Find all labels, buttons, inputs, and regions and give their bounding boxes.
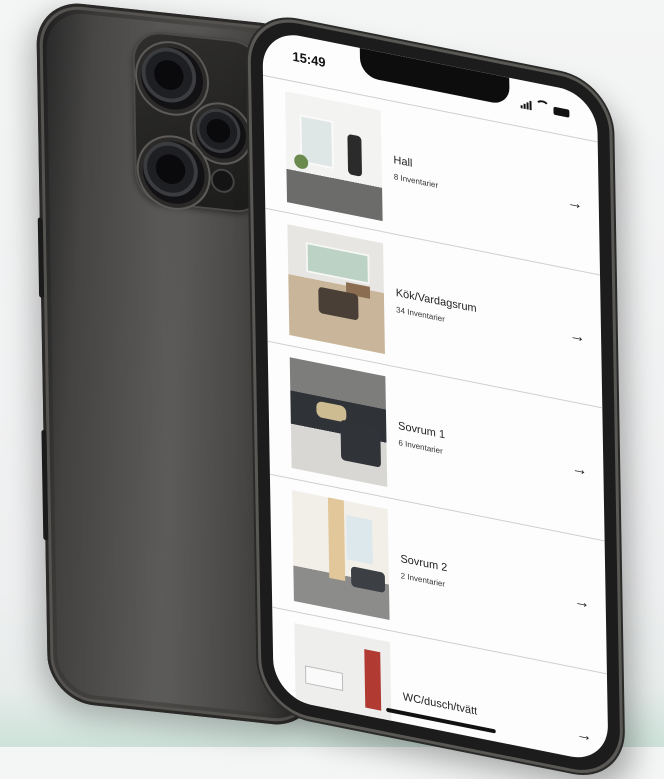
arrow-right-icon[interactable]: → [571, 459, 587, 480]
camera-lens-icon [142, 138, 206, 207]
signal-icon [520, 99, 532, 111]
camera-lens-icon [195, 105, 247, 162]
arrow-right-icon[interactable]: → [576, 725, 592, 746]
room-thumbnail [287, 223, 385, 354]
arrow-right-icon[interactable]: → [567, 193, 583, 214]
room-thumbnail [292, 489, 390, 620]
flash-icon [212, 169, 233, 192]
product-scene: 15:49 Hall 8 Inventarier → Kök/Vardagsru… [0, 0, 664, 779]
arrow-right-icon[interactable]: → [574, 592, 590, 613]
phone-front: 15:49 Hall 8 Inventarier → Kök/Vardagsru… [250, 14, 621, 779]
wifi-icon [535, 98, 550, 114]
status-icons [520, 96, 570, 118]
room-list: Hall 8 Inventarier → Kök/Vardagsrum 34 I… [262, 74, 609, 765]
camera-module [132, 29, 266, 216]
room-thumbnail [289, 356, 388, 487]
status-time: 15:49 [292, 48, 326, 71]
room-thumbnail [285, 90, 383, 221]
side-button [37, 217, 45, 298]
camera-lens-icon [140, 44, 204, 113]
phone-screen: 15:49 Hall 8 Inventarier → Kök/Vardagsru… [262, 28, 609, 765]
battery-icon [553, 106, 570, 118]
arrow-right-icon[interactable]: → [569, 326, 585, 347]
side-button [41, 429, 49, 541]
